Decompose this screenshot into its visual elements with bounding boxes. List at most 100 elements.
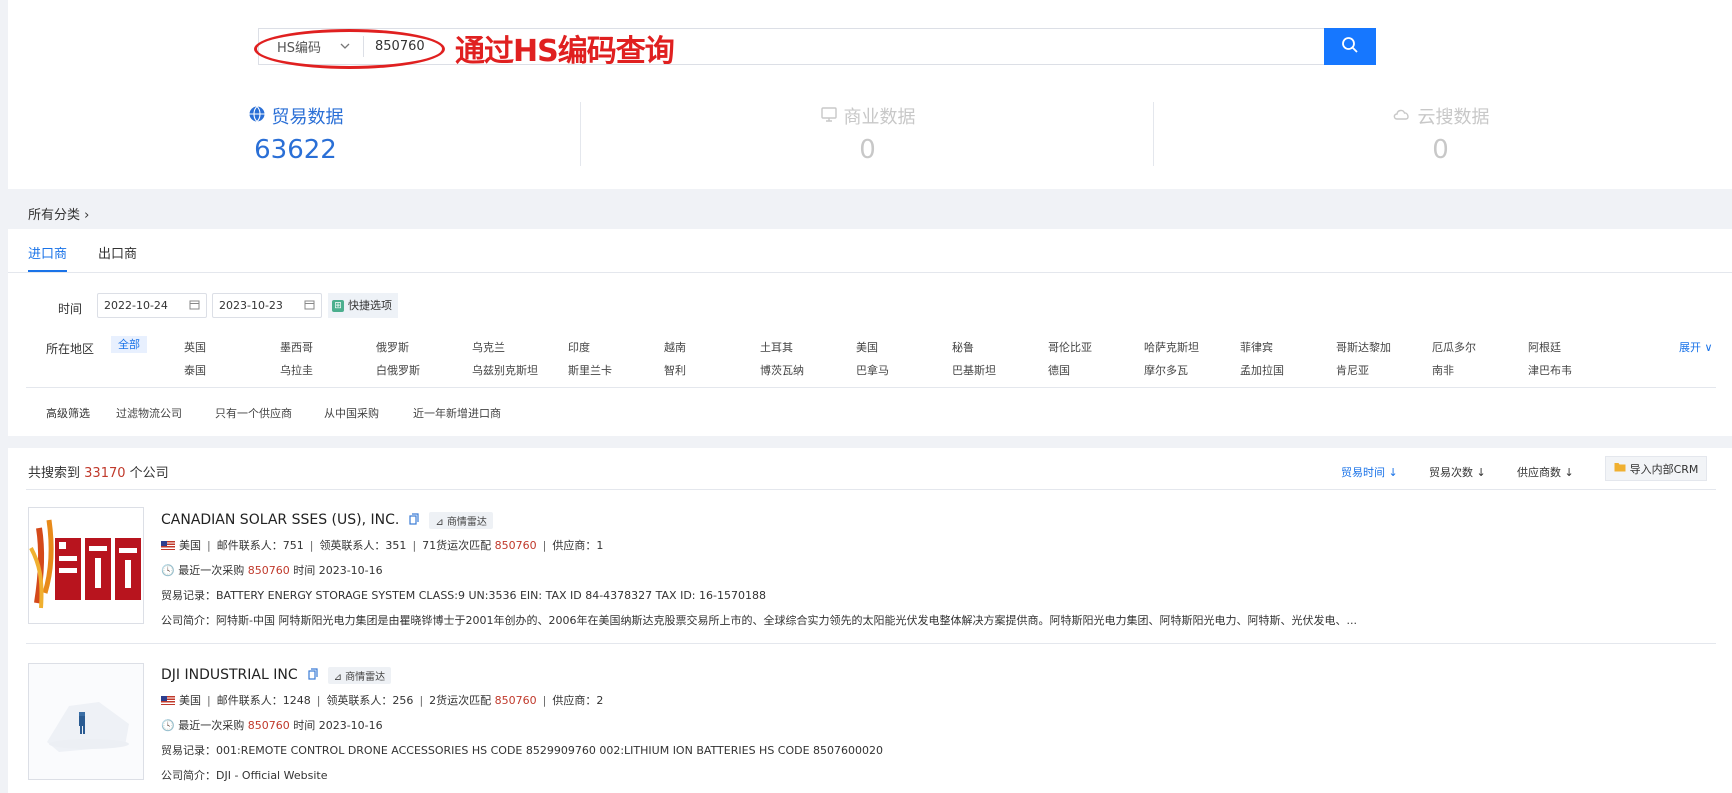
email-contacts[interactable]: 邮件联系人：751 bbox=[217, 539, 304, 552]
date-end-input[interactable]: 2023-10-23 bbox=[212, 293, 322, 318]
tab-exporters[interactable]: 出口商 bbox=[98, 243, 137, 273]
region-all[interactable]: 全部 bbox=[111, 336, 147, 353]
clock-icon: 🕓 bbox=[161, 564, 175, 577]
filter-from-china[interactable]: 从中国采购 bbox=[324, 405, 379, 421]
company-logo[interactable] bbox=[28, 507, 144, 624]
region-item[interactable]: 乌兹别克斯坦 bbox=[472, 362, 538, 378]
supplier-count: 供应商：2 bbox=[552, 694, 604, 707]
tabs-divider bbox=[8, 272, 1732, 273]
region-item[interactable]: 乌克兰 bbox=[472, 339, 505, 355]
region-item[interactable]: 博茨瓦纳 bbox=[760, 362, 804, 378]
badge-label: 商情雷达 bbox=[446, 516, 487, 528]
us-flag-icon bbox=[161, 696, 175, 705]
region-item[interactable]: 哥伦比亚 bbox=[1048, 339, 1092, 355]
tab-importers[interactable]: 进口商 bbox=[28, 243, 67, 273]
region-item[interactable]: 英国 bbox=[184, 339, 206, 355]
stat-label: 云搜数据 bbox=[1417, 107, 1490, 128]
search-button[interactable] bbox=[1324, 28, 1376, 65]
region-item[interactable]: 德国 bbox=[1048, 362, 1070, 378]
stat-trade-data[interactable]: 贸易数据 63622 bbox=[8, 101, 583, 165]
region-item[interactable]: 土耳其 bbox=[760, 339, 793, 355]
shipment-match-prefix: 2货运次匹配 bbox=[429, 694, 492, 707]
stat-cloud-data[interactable]: 云搜数据 0 bbox=[1153, 101, 1728, 165]
region-item[interactable]: 印度 bbox=[568, 339, 590, 355]
shipment-match-prefix: 71货运次匹配 bbox=[422, 539, 492, 552]
company-intro: 公司简介：DJI - Official Website bbox=[161, 769, 328, 782]
contact-info-row: 美国 | 邮件联系人：751 | 领英联系人：351 | 71货运次匹配 850760 | 供应… bbox=[161, 537, 1357, 553]
cloud-icon bbox=[1392, 105, 1412, 128]
sort-trade-time[interactable]: 贸易时间 ↓ bbox=[1341, 464, 1398, 480]
region-item[interactable]: 哥斯达黎加 bbox=[1336, 339, 1391, 355]
region-item[interactable]: 孟加拉国 bbox=[1240, 362, 1284, 378]
folder-icon bbox=[1614, 462, 1626, 475]
region-item[interactable]: 摩尔多瓦 bbox=[1144, 362, 1188, 378]
sort-trade-count[interactable]: 贸易次数 ↓ bbox=[1429, 464, 1486, 480]
monitor-icon bbox=[820, 105, 838, 128]
region-item[interactable]: 肯尼亚 bbox=[1336, 362, 1369, 378]
region-item[interactable]: 白俄罗斯 bbox=[376, 362, 420, 378]
region-item[interactable]: 越南 bbox=[664, 339, 686, 355]
region-item[interactable]: 乌拉圭 bbox=[280, 362, 313, 378]
region-item[interactable]: 南非 bbox=[1432, 362, 1454, 378]
annotation-text: 通过HS编码查询 bbox=[455, 34, 675, 69]
badge-label: 商情雷达 bbox=[345, 671, 386, 683]
shipment-match-code: 850760 bbox=[494, 694, 537, 707]
copy-icon[interactable] bbox=[409, 512, 419, 528]
result-count: 共搜索到 33170 个公司 bbox=[28, 462, 169, 481]
filter-new-importers[interactable]: 近一年新增进口商 bbox=[413, 405, 501, 421]
region-item[interactable]: 厄瓜多尔 bbox=[1432, 339, 1476, 355]
import-crm-button[interactable]: 导入内部CRM bbox=[1605, 456, 1707, 481]
copy-icon[interactable] bbox=[308, 667, 318, 683]
region-label: 所在地区 bbox=[46, 342, 95, 356]
recent-prefix: 最近一次采购 bbox=[178, 564, 245, 577]
calendar-icon bbox=[189, 294, 200, 325]
region-item[interactable]: 阿根廷 bbox=[1528, 339, 1561, 355]
stat-business-data[interactable]: 商业数据 0 bbox=[580, 101, 1155, 165]
company-name[interactable]: DJI INDUSTRIAL INC bbox=[161, 667, 298, 683]
result-count-number: 33170 bbox=[84, 466, 126, 481]
recent-code: 850760 bbox=[247, 564, 290, 577]
filter-exclude-logistics[interactable]: 过滤物流公司 bbox=[116, 405, 182, 421]
email-contacts[interactable]: 邮件联系人：1248 bbox=[217, 694, 311, 707]
sort-supplier-count[interactable]: 供应商数 ↓ bbox=[1517, 464, 1574, 480]
region-item[interactable]: 斯里兰卡 bbox=[568, 362, 612, 378]
region-item[interactable]: 巴基斯坦 bbox=[952, 362, 996, 378]
region-item[interactable]: 美国 bbox=[856, 339, 878, 355]
region-item[interactable]: 巴拿马 bbox=[856, 362, 889, 378]
trade-record: 贸易记录：001:REMOTE CONTROL DRONE ACCESSORIE… bbox=[161, 744, 884, 757]
region-item[interactable]: 哈萨克斯坦 bbox=[1144, 339, 1199, 355]
region-item[interactable]: 泰国 bbox=[184, 362, 206, 378]
date-start-value: 2022-10-24 bbox=[104, 299, 168, 312]
recent-prefix: 最近一次采购 bbox=[178, 719, 245, 732]
region-item[interactable]: 墨西哥 bbox=[280, 339, 313, 355]
region-item[interactable]: 秘鲁 bbox=[952, 339, 974, 355]
stat-value: 63622 bbox=[254, 135, 337, 165]
clock-icon: 🕓 bbox=[161, 719, 175, 732]
company-name[interactable]: CANADIAN SOLAR SSES (US), INC. bbox=[161, 512, 399, 528]
country: 美国 bbox=[179, 539, 201, 552]
business-radar-badge[interactable]: ⊿ 商情雷达 bbox=[327, 666, 392, 684]
trade-record: 贸易记录：BATTERY ENERGY STORAGE SYSTEM CLASS… bbox=[161, 589, 766, 602]
stat-value: 0 bbox=[1432, 135, 1449, 165]
quick-options-button[interactable]: ⊞ 快捷选项 bbox=[328, 293, 398, 318]
filter-divider bbox=[26, 387, 1716, 388]
stat-value: 0 bbox=[859, 135, 876, 165]
date-start-input[interactable]: 2022-10-24 bbox=[97, 293, 207, 318]
stat-label: 贸易数据 bbox=[271, 107, 344, 128]
company-logo[interactable] bbox=[28, 663, 144, 780]
region-item[interactable]: 智利 bbox=[664, 362, 686, 378]
card-divider bbox=[26, 643, 1716, 644]
region-item[interactable]: 津巴布韦 bbox=[1528, 362, 1572, 378]
linkedin-contacts[interactable]: 领英联系人：256 bbox=[326, 694, 413, 707]
business-radar-badge[interactable]: ⊿ 商情雷达 bbox=[429, 511, 493, 529]
expand-regions-link[interactable]: 展开 ∨ bbox=[1679, 339, 1713, 355]
company-intro: 公司简介：阿特斯-中国 阿特斯阳光电力集团是由瞿晓铧博士于2001年创办的、20… bbox=[161, 614, 1357, 627]
recent-date: 时间 2023-10-16 bbox=[293, 719, 383, 732]
linkedin-contacts[interactable]: 领英联系人：351 bbox=[319, 539, 406, 552]
company-card: CANADIAN SOLAR SSES (US), INC. ⊿ 商情雷达 美国… bbox=[161, 511, 1357, 628]
filter-single-supplier[interactable]: 只有一个供应商 bbox=[215, 405, 292, 421]
region-item[interactable]: 俄罗斯 bbox=[376, 339, 409, 355]
date-end-value: 2023-10-23 bbox=[219, 299, 283, 312]
breadcrumb[interactable]: 所有分类 › bbox=[28, 204, 89, 223]
region-item[interactable]: 菲律宾 bbox=[1240, 339, 1273, 355]
